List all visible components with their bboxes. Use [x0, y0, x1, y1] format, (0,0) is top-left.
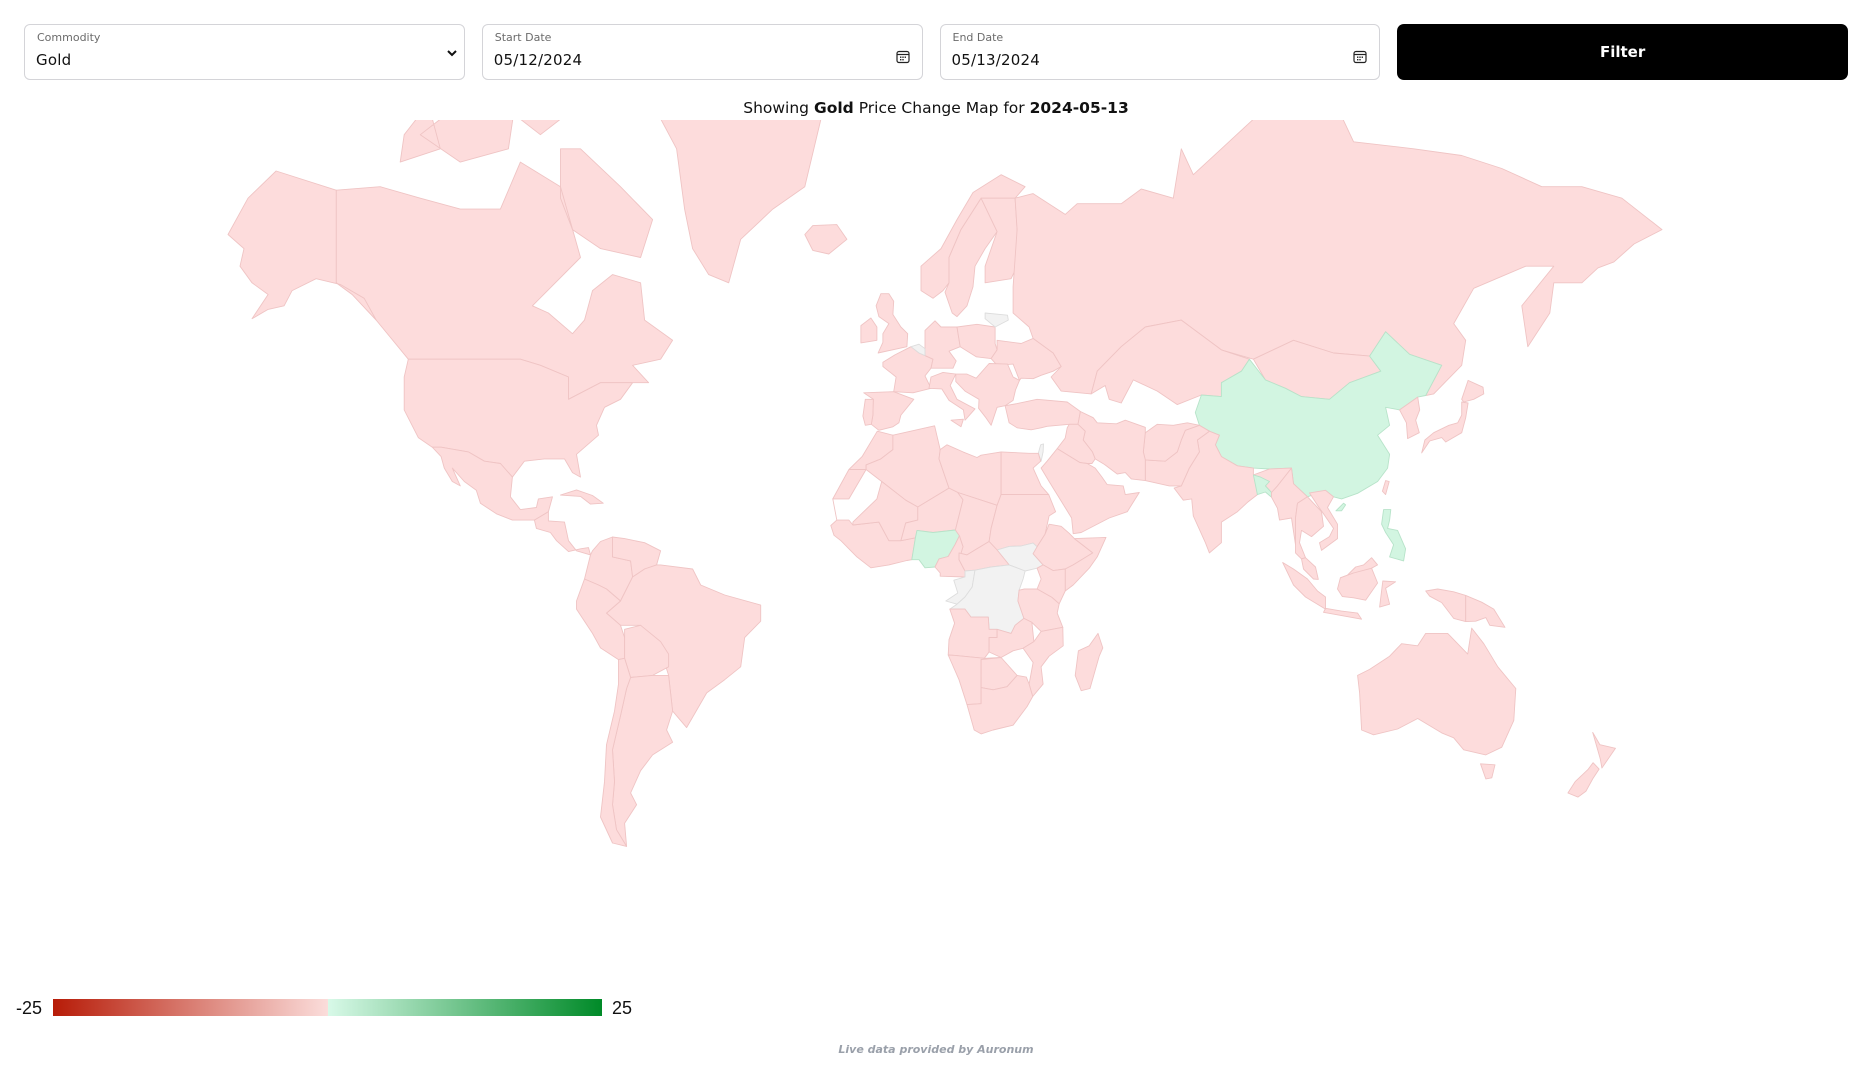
- caption-middle: Price Change Map for: [858, 99, 1025, 117]
- calendar-icon[interactable]: [1353, 50, 1367, 64]
- country-canada[interactable]: Canada: [335, 120, 674, 400]
- legend-gradient-bar: [53, 999, 602, 1016]
- commodity-select[interactable]: Commodity Gold: [24, 24, 465, 80]
- end-date-input[interactable]: End Date 05/13/2024: [939, 24, 1381, 80]
- country-lithuania[interactable]: Lithuania: [984, 312, 1009, 328]
- country-cuba[interactable]: Cuba: [560, 489, 604, 505]
- legend-negative-gradient: [53, 999, 328, 1016]
- calendar-icon[interactable]: [895, 50, 910, 64]
- legend-max-label: 25: [612, 998, 633, 1018]
- legend-min-label: -25: [16, 998, 43, 1018]
- country-ireland[interactable]: Ireland: [860, 317, 878, 344]
- caption-date: 2024-05-13: [1029, 99, 1129, 117]
- country-papua-new-guinea[interactable]: Papua New Guinea: [1465, 594, 1506, 628]
- start-date-value: 05/12/2024: [493, 51, 583, 69]
- country-poland[interactable]: Poland: [956, 323, 998, 360]
- world-map: CanadaUnited StatesAlaskaGreenlandIcelan…: [227, 120, 1663, 847]
- filter-button[interactable]: Filter: [1397, 24, 1848, 80]
- country-central-america[interactable]: Central America: [533, 511, 591, 556]
- start-date-input[interactable]: Start Date 05/12/2024: [481, 24, 923, 80]
- country-greenland[interactable]: Greenland: [609, 120, 829, 284]
- chevron-down-icon[interactable]: [446, 47, 458, 59]
- map-caption: Showing Gold Price Change Map for 2024-0…: [0, 99, 1872, 117]
- caption-commodity: Gold: [813, 99, 854, 117]
- legend-positive-gradient: [327, 999, 602, 1016]
- caption-prefix: Showing: [743, 99, 810, 117]
- country-iceland[interactable]: Iceland: [804, 224, 848, 255]
- country-taiwan[interactable]: Taiwan: [1381, 480, 1390, 496]
- country-portugal[interactable]: Portugal: [862, 398, 874, 426]
- commodity-value: Gold: [36, 51, 72, 69]
- country-united-kingdom[interactable]: United Kingdom: [875, 293, 909, 354]
- country-madagascar[interactable]: Madagascar: [1074, 632, 1104, 692]
- end-date-value: 05/13/2024: [951, 51, 1040, 69]
- filter-toolbar: Commodity Gold Start Date 05/12/2024 End…: [24, 24, 1848, 80]
- commodity-label: Commodity: [37, 31, 101, 44]
- country-australia[interactable]: Australia: [1357, 627, 1517, 780]
- data-attribution: Live data provided by Auronum: [838, 1043, 1034, 1056]
- countries-layer: CanadaUnited StatesAlaskaGreenlandIcelan…: [227, 120, 1663, 847]
- start-date-label: Start Date: [494, 31, 552, 44]
- country-new-zealand[interactable]: New Zealand: [1567, 731, 1616, 798]
- end-date-label: End Date: [952, 31, 1004, 44]
- country-philippines[interactable]: Philippines: [1381, 509, 1407, 562]
